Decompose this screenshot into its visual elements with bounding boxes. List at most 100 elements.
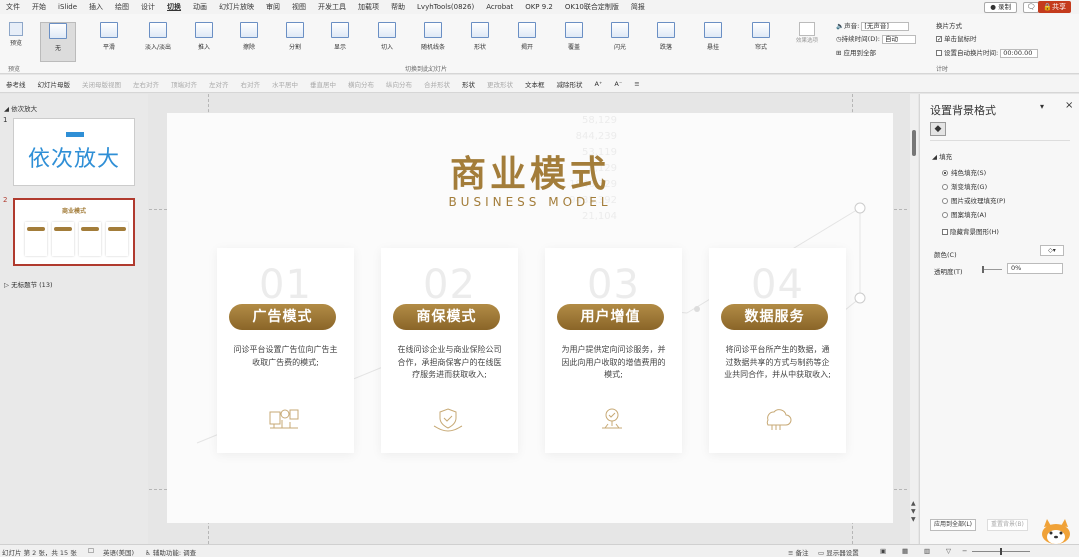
transition-10[interactable]: 揭开 <box>509 22 545 62</box>
fill-option[interactable]: 渐变填充(G) <box>942 181 987 191</box>
effect-options-button[interactable]: 效果选项 <box>795 22 819 62</box>
slide-sorter-icon[interactable]: ▦ <box>902 547 908 555</box>
toolbar-item[interactable]: 更改形状 <box>481 79 519 89</box>
spellcheck-icon[interactable]: ☐ <box>88 547 94 555</box>
color-picker-button[interactable]: ◇▾ <box>1040 245 1064 256</box>
toolbar-item[interactable]: 垂直居中 <box>304 79 342 89</box>
transition-11[interactable]: 覆盖 <box>556 22 592 62</box>
notes-button[interactable]: ≡ 备注 <box>788 547 809 557</box>
fill-section-header[interactable]: ◢ 填充 <box>932 151 952 161</box>
toolbar-item[interactable]: A⁻ <box>608 80 628 88</box>
comment-icon[interactable]: 🗨 <box>1023 2 1039 13</box>
menu-item[interactable]: Acrobat <box>480 0 519 14</box>
auto-advance-input[interactable]: 00:00.00 <box>1000 48 1039 58</box>
feature-card[interactable]: 04 数据服务 将问诊平台所产生的数据，通过数据共享的方式与制药等企业共同合作，并从… <box>709 248 846 453</box>
menu-item[interactable]: iSlide <box>52 0 83 14</box>
menu-item[interactable]: 加载项 <box>352 0 385 14</box>
transparency-slider-thumb[interactable] <box>982 266 984 273</box>
slide-subtitle[interactable]: BUSINESS MODEL <box>167 195 893 209</box>
transition-8[interactable]: 随机线条 <box>415 22 451 62</box>
menu-item[interactable]: 帮助 <box>385 0 411 14</box>
transition-2[interactable]: 淡入/淡出 <box>140 22 176 62</box>
transparency-input[interactable]: 0% <box>1007 263 1063 274</box>
scrollbar-thumb[interactable] <box>912 130 916 156</box>
display-settings-button[interactable]: ▭ 显示器设置 <box>818 547 859 557</box>
toolbar-item[interactable]: 右对齐 <box>235 79 267 89</box>
scroll-arrows-icon[interactable]: ▲ ▼ ▼ <box>911 500 916 524</box>
menu-item[interactable]: 文件 <box>0 0 26 14</box>
on-click-checkbox[interactable]: 单击鼠标时 <box>936 33 977 43</box>
transition-5[interactable]: 分割 <box>277 22 313 62</box>
toolbar-item[interactable]: 水平居中 <box>266 79 304 89</box>
toolbar-item[interactable]: 幻灯片母版 <box>32 79 77 89</box>
fill-option[interactable]: 图案填充(A) <box>942 209 987 219</box>
preview-button[interactable]: 预览 <box>4 20 28 60</box>
accessibility-status[interactable]: ♿ 辅助功能: 调查 <box>145 547 196 557</box>
menu-item[interactable]: 幻灯片放映 <box>213 0 260 14</box>
toolbar-item[interactable]: 顶端对齐 <box>165 79 203 89</box>
transition-0[interactable]: 无 <box>40 22 76 62</box>
vertical-scrollbar[interactable]: ▲ ▼ ▼ <box>910 94 918 544</box>
menu-item[interactable]: 简报 <box>625 0 651 14</box>
slide-canvas[interactable]: 58,129 844,239 53,119 8,129 1946,329 9431,392… <box>167 113 893 523</box>
section-header-1[interactable]: ◢ 依次放大 <box>4 103 37 113</box>
menu-item[interactable]: OKP 9.2 <box>519 0 559 14</box>
toolbar-item[interactable]: 减除形状 <box>551 79 589 89</box>
toolbar-item[interactable]: 文本框 <box>519 79 551 89</box>
normal-view-icon[interactable]: ▣ <box>880 547 886 555</box>
feature-card[interactable]: 03 用户增值 为用户提供定向问诊服务，并因此向用户收取的增值费用的模式; <box>545 248 682 453</box>
language-indicator[interactable]: 英语(美国) <box>103 547 134 557</box>
slideshow-icon[interactable]: ▽ <box>946 547 951 555</box>
close-icon[interactable]: × <box>1065 100 1073 111</box>
transition-6[interactable]: 显示 <box>322 22 358 62</box>
transition-12[interactable]: 闪光 <box>602 22 638 62</box>
slide-thumbnail-1[interactable]: 依次放大 <box>13 118 135 186</box>
toolbar-item[interactable]: 关闭母版视图 <box>76 79 127 89</box>
transition-7[interactable]: 切入 <box>369 22 405 62</box>
auto-advance-checkbox[interactable]: 设置自动换片时间: 00:00.00 <box>936 47 1039 58</box>
menu-item[interactable]: 开始 <box>26 0 52 14</box>
duration-input[interactable]: 自动 <box>882 34 917 44</box>
zoom-out-icon[interactable]: − <box>962 547 967 555</box>
transition-14[interactable]: 悬挂 <box>695 22 731 62</box>
toolbar-item[interactable]: 左右对齐 <box>127 79 165 89</box>
apply-all-transition-button[interactable]: ⊞ 应用到全部 <box>836 47 876 57</box>
transition-3[interactable]: 推入 <box>186 22 222 62</box>
apply-to-all-button[interactable]: 应用到全部(L) <box>930 519 977 531</box>
toolbar-item[interactable]: 左对齐 <box>203 79 235 89</box>
menu-item[interactable]: 动画 <box>187 0 213 14</box>
feature-card[interactable]: 02 商保模式 在线问诊企业与商业保险公司合作，承担商保客户的在线医疗服务进而获取收… <box>381 248 518 453</box>
record-button[interactable]: ● 录制 <box>984 2 1017 13</box>
reset-background-button[interactable]: 重置背景(B) <box>987 519 1028 531</box>
toolbar-item[interactable]: 横向分布 <box>342 79 380 89</box>
share-button[interactable]: 🔒共享 <box>1038 1 1071 13</box>
menu-item[interactable]: 审阅 <box>260 0 286 14</box>
transparency-slider[interactable] <box>982 269 1002 270</box>
zoom-slider-thumb[interactable] <box>1000 548 1002 555</box>
fill-bucket-icon[interactable]: ◆ <box>930 122 946 136</box>
transition-4[interactable]: 擦除 <box>231 22 267 62</box>
transition-9[interactable]: 形状 <box>462 22 498 62</box>
sound-select[interactable]: [无声音] <box>861 21 910 31</box>
transition-15[interactable]: 帘式 <box>743 22 779 62</box>
toolbar-item[interactable]: 形状 <box>456 79 481 89</box>
toolbar-item[interactable]: 合并形状 <box>418 79 456 89</box>
menu-item[interactable]: OK10联合定制版 <box>559 0 625 14</box>
transition-1[interactable]: 平滑 <box>91 22 127 62</box>
section-header-2[interactable]: ▷ 无标题节 (13) <box>4 279 53 289</box>
menu-item[interactable]: 切换 <box>161 0 187 14</box>
hide-bg-checkbox[interactable]: 隐藏背景图形(H) <box>942 226 999 236</box>
toolbar-item[interactable]: ≡ <box>628 80 645 88</box>
toolbar-item[interactable]: A⁺ <box>589 80 609 88</box>
menu-item[interactable]: LvyhTools(0826) <box>411 0 480 14</box>
fill-option[interactable]: 纯色填充(S) <box>942 167 986 177</box>
transition-13[interactable]: 跌落 <box>648 22 684 62</box>
menu-item[interactable]: 绘图 <box>109 0 135 14</box>
toolbar-item[interactable]: 参考线 <box>0 79 32 89</box>
slide-thumbnail-2[interactable]: 商业模式 <box>13 198 135 266</box>
feature-card[interactable]: 01 广告模式 问诊平台设置广告位向广告主收取广告费的模式; <box>217 248 354 453</box>
fill-option[interactable]: 图片或纹理填充(P) <box>942 195 1006 205</box>
reading-view-icon[interactable]: ▥ <box>924 547 930 555</box>
slide-title[interactable]: 商业模式 <box>167 145 893 197</box>
pane-menu-icon[interactable]: ▾ <box>1040 102 1044 111</box>
